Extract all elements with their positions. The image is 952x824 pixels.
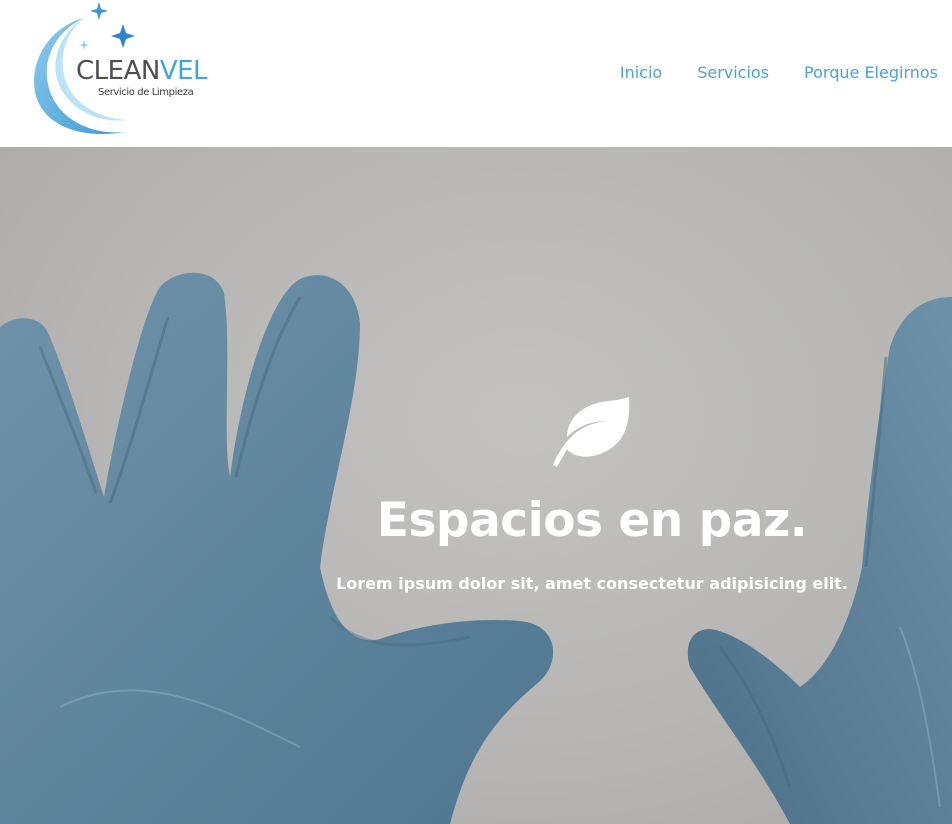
site-header: CLEANVEL Servicio de Limpieza Inicio Ser…	[0, 0, 952, 147]
main-nav: Inicio Servicios Porque Elegirnos	[620, 62, 938, 84]
brand-name-part2: VEL	[159, 56, 208, 86]
nav-item-inicio[interactable]: Inicio	[620, 62, 662, 84]
brand-logo[interactable]: CLEANVEL Servicio de Limpieza	[26, 0, 226, 140]
hero-section: Espacios en paz. Lorem ipsum dolor sit, …	[0, 147, 952, 824]
brand-name: CLEANVEL	[76, 56, 208, 86]
leaf-icon	[553, 397, 630, 467]
gloved-hands-image	[0, 272, 952, 824]
hero-title: Espacios en paz.	[376, 493, 808, 548]
brand-tagline: Servicio de Limpieza	[98, 87, 194, 98]
hero-subtitle: Lorem ipsum dolor sit, amet consectetur …	[336, 574, 848, 593]
brand-name-part1: CLEAN	[76, 56, 160, 86]
nav-item-porque-elegirnos[interactable]: Porque Elegirnos	[804, 62, 938, 84]
nav-item-servicios[interactable]: Servicios	[697, 62, 769, 84]
